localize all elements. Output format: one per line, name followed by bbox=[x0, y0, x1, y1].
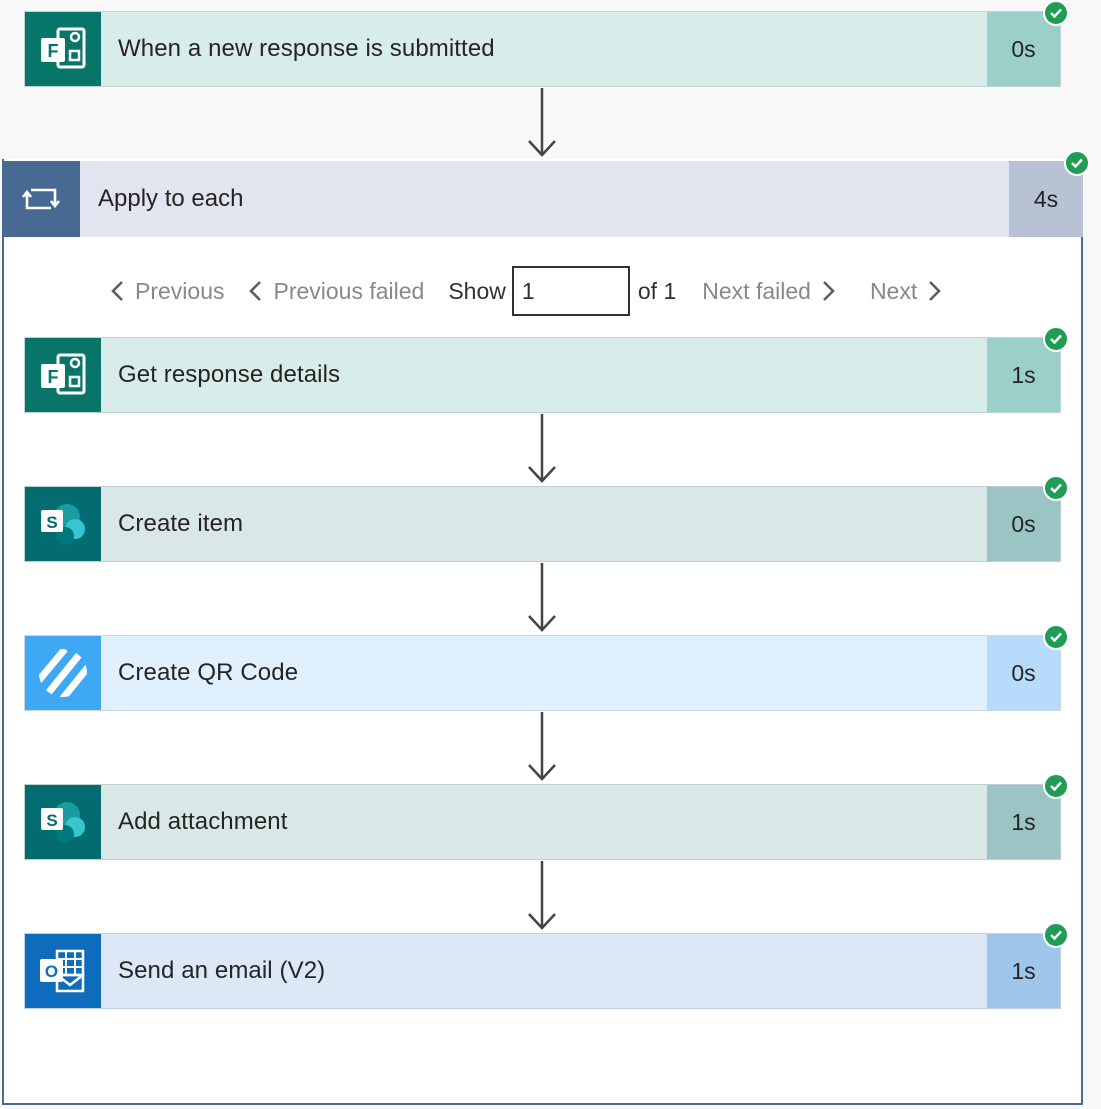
action-card-send-email[interactable]: O Send an email (V2) 1s bbox=[24, 933, 1061, 1009]
sharepoint-icon: S bbox=[25, 487, 101, 561]
svg-text:F: F bbox=[48, 41, 59, 61]
previous-failed-label: Previous failed bbox=[273, 277, 425, 304]
loop-icon bbox=[2, 161, 80, 237]
trigger-card[interactable]: F When a new response is submitted 0s bbox=[24, 11, 1061, 87]
svg-text:S: S bbox=[46, 513, 57, 532]
action-card-create-item[interactable]: S Create item 0s bbox=[24, 486, 1061, 562]
forms-icon: F bbox=[25, 12, 101, 86]
action-card-get-response-details[interactable]: F Get response details 1s bbox=[24, 337, 1061, 413]
arrow-down-icon bbox=[528, 414, 556, 483]
svg-text:O: O bbox=[45, 962, 58, 981]
arrow-down-icon bbox=[528, 861, 556, 930]
action-title: Send an email (V2) bbox=[118, 957, 326, 984]
action-card-create-qr-code[interactable]: Create QR Code 0s bbox=[24, 635, 1061, 711]
qr-code-icon bbox=[25, 636, 101, 710]
next-failed-button[interactable]: Next failed bbox=[702, 278, 838, 305]
svg-text:S: S bbox=[46, 811, 57, 830]
previous-failed-button[interactable]: Previous failed bbox=[246, 278, 424, 305]
action-title: Create item bbox=[118, 510, 244, 537]
previous-button[interactable]: Previous bbox=[108, 278, 224, 305]
loop-title: Apply to each bbox=[98, 185, 244, 212]
apply-to-each-header[interactable]: Apply to each 4s bbox=[2, 161, 1083, 237]
arrow-down-icon bbox=[528, 88, 556, 157]
action-title: Get response details bbox=[118, 361, 341, 388]
trigger-title: When a new response is submitted bbox=[118, 35, 495, 62]
outlook-icon: O bbox=[25, 934, 101, 1008]
iteration-pager: Previous Previous failed Show of 1 Next … bbox=[108, 265, 944, 317]
svg-text:F: F bbox=[48, 367, 59, 387]
arrow-down-icon bbox=[528, 712, 556, 781]
success-check-icon bbox=[1043, 475, 1069, 501]
forms-icon: F bbox=[25, 338, 101, 412]
action-title: Create QR Code bbox=[118, 659, 299, 686]
success-check-icon bbox=[1064, 150, 1090, 176]
success-check-icon bbox=[1043, 624, 1069, 650]
show-label: Show bbox=[448, 277, 506, 304]
chevron-right-icon bbox=[929, 281, 942, 301]
action-title: Add attachment bbox=[118, 808, 288, 835]
sharepoint-icon: S bbox=[25, 785, 101, 859]
success-check-icon bbox=[1043, 0, 1069, 26]
success-check-icon bbox=[1043, 326, 1069, 352]
next-label: Next bbox=[869, 277, 918, 304]
action-card-add-attachment[interactable]: S Add attachment 1s bbox=[24, 784, 1061, 860]
iteration-input[interactable] bbox=[511, 266, 630, 316]
previous-label: Previous bbox=[135, 277, 225, 304]
arrow-down-icon bbox=[528, 563, 556, 632]
success-check-icon bbox=[1043, 922, 1069, 948]
chevron-left-icon bbox=[249, 281, 262, 301]
of-total-label: of 1 bbox=[637, 277, 677, 304]
next-failed-label: Next failed bbox=[702, 277, 811, 304]
chevron-right-icon bbox=[823, 281, 835, 301]
next-button[interactable]: Next bbox=[870, 278, 944, 305]
chevron-left-icon bbox=[111, 281, 123, 301]
success-check-icon bbox=[1043, 773, 1069, 799]
